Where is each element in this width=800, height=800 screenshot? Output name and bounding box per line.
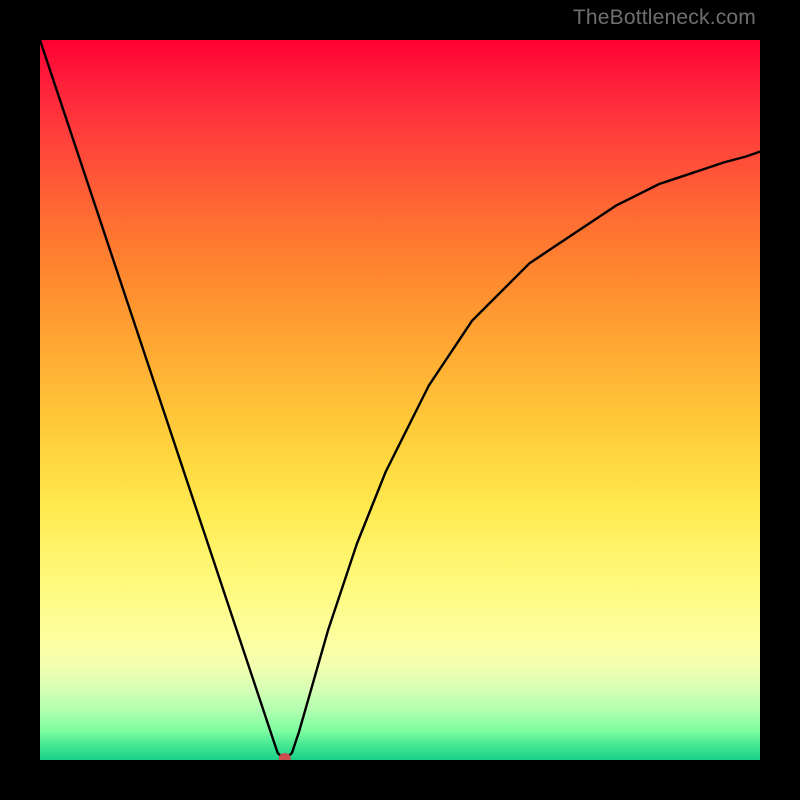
- chart-frame: TheBottleneck.com: [0, 0, 800, 800]
- curve-layer: [40, 40, 760, 760]
- bottleneck-curve: [40, 40, 760, 760]
- plot-area: [40, 40, 760, 760]
- minimum-marker: [279, 753, 291, 760]
- watermark-text: TheBottleneck.com: [573, 6, 756, 30]
